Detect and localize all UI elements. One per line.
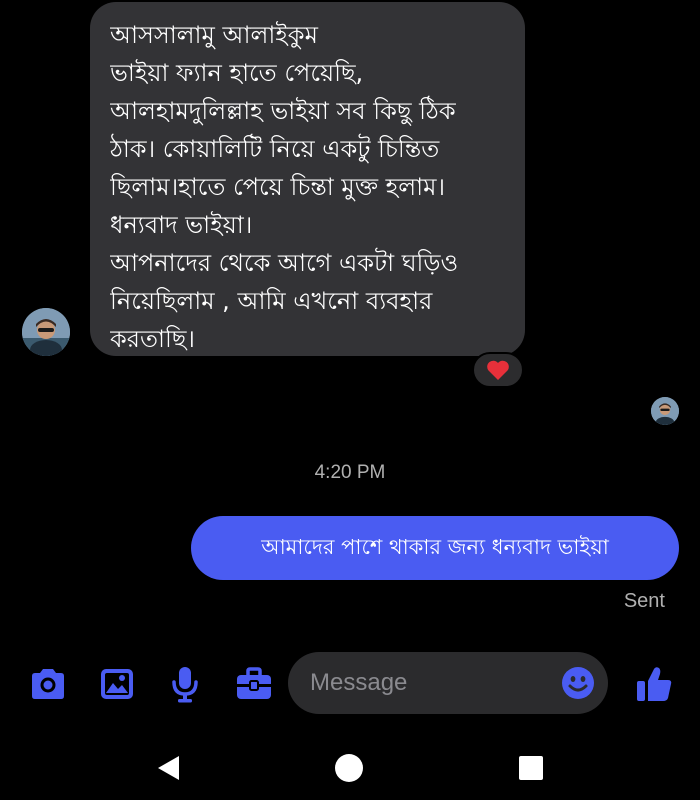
message-line: আপনাদের থেকে আগে একটা ঘড়িও: [110, 249, 459, 277]
message-line: করতাছি।: [110, 325, 195, 353]
message-line: নিয়েছিলাম , আমি এখনো ব্যবহার: [110, 287, 433, 315]
messenger-chat-screen: আসসালামু আলাইকুম ভাইয়া ফ্যান হাতে পেয়ে…: [0, 0, 700, 800]
heart-icon: [487, 360, 509, 380]
sent-status-label: Sent: [623, 590, 665, 612]
nav-home-button[interactable]: [329, 748, 369, 788]
camera-icon: [32, 669, 64, 699]
avatar-photo: [651, 397, 679, 425]
message-line: ভাইয়া ফ্যান হাতে পেয়েছি,: [110, 59, 364, 87]
sent-message-bubble[interactable]: আমাদের পাশে থাকার জন্য ধন্যবাদ ভাইয়া: [191, 516, 679, 580]
message-line: ঠাক। কোয়ালিটি নিয়ে একটু চিন্তিত: [110, 135, 440, 163]
like-button[interactable]: [634, 664, 674, 704]
message-line: ধন্যবাদ ভাইয়া।: [110, 211, 253, 239]
received-message-bubble[interactable]: আসসালামু আলাইকুম ভাইয়া ফ্যান হাতে পেয়ে…: [90, 2, 525, 356]
message-line: আলহামদুলিল্লাহ ভাইয়া সব কিছু ঠিক: [110, 97, 456, 125]
camera-button[interactable]: [28, 664, 68, 704]
voice-message-button[interactable]: [165, 664, 205, 704]
emoji-icon: [562, 667, 594, 699]
message-input[interactable]: [310, 669, 550, 697]
emoji-button[interactable]: [560, 665, 596, 701]
message-timestamp: 4:20 PM: [314, 462, 386, 483]
message-line: আসসালামু আলাইকুম: [110, 21, 318, 49]
message-line: ছিলাম।হাতে পেয়ে চিন্তা মুক্ত হলাম।: [110, 173, 446, 201]
nav-back-button[interactable]: [148, 748, 188, 788]
gallery-icon: [101, 669, 133, 699]
recents-icon: [519, 756, 543, 780]
avatar-photo: [22, 308, 70, 356]
message-reaction[interactable]: [472, 352, 524, 388]
back-icon: [158, 756, 179, 780]
apps-button[interactable]: [234, 664, 274, 704]
message-input-field[interactable]: [288, 652, 608, 714]
thumbs-up-icon: [637, 667, 672, 701]
microphone-icon: [172, 667, 198, 703]
contact-avatar[interactable]: [22, 308, 70, 356]
gallery-button[interactable]: [97, 664, 137, 704]
briefcase-icon: [237, 667, 271, 699]
home-icon: [335, 754, 363, 782]
seen-indicator-avatar: [651, 397, 679, 425]
nav-recents-button[interactable]: [511, 748, 551, 788]
